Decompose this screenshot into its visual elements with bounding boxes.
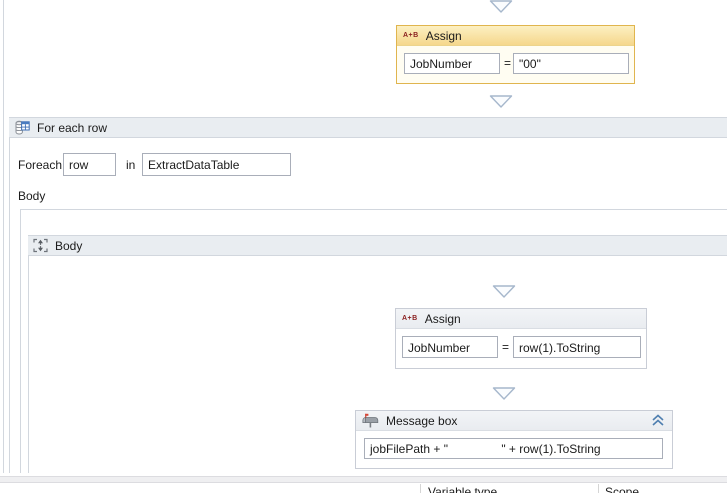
assign-icon: A+B (402, 315, 418, 322)
variables-column-scope: Scope (605, 485, 640, 493)
column-separator (420, 484, 421, 493)
variables-panel: Variable type Scope (0, 473, 727, 493)
connector-chevron-icon (492, 285, 516, 298)
connector-chevron-icon (492, 387, 516, 400)
assign-activity-1[interactable]: A+B Assign JobNumber = "00" (396, 25, 635, 84)
body-sequence-title: Body (55, 238, 83, 253)
assign-1-to-field[interactable]: JobNumber (404, 53, 500, 74)
column-separator (598, 484, 599, 493)
foreach-row-title: For each row (37, 120, 108, 135)
messagebox-activity[interactable]: Message box jobFilePath + " " + row(1).T… (355, 410, 673, 469)
assign-activity-2[interactable]: A+B Assign JobNumber = row(1).ToString (395, 308, 647, 369)
assign-2-equals-label: = (502, 340, 510, 354)
assign-2-to-field[interactable]: JobNumber (402, 336, 498, 358)
connector-chevron-icon (489, 95, 513, 108)
body-sequence-header[interactable]: Body (28, 235, 727, 256)
connector-chevron-icon (489, 0, 513, 13)
foreach-item-input[interactable]: row (63, 153, 116, 176)
foreach-in-label: in (126, 158, 136, 172)
assign-1-equals-label: = (504, 56, 512, 70)
workflow-canvas: A+B Assign JobNumber = "00" For each row… (0, 0, 727, 493)
foreach-row-header[interactable]: For each row (9, 117, 727, 138)
foreach-label: Foreach (18, 158, 63, 172)
assign-1-header: A+B Assign (397, 26, 634, 46)
messagebox-header: Message box (356, 411, 672, 431)
variables-column-variable-type: Variable type (428, 485, 498, 493)
body-sequence-activity[interactable]: Body A+B Assign JobNumber = row(1).ToStr… (28, 235, 727, 486)
panel-splitter[interactable] (0, 476, 727, 483)
assign-2-value-field[interactable]: row(1).ToString (513, 336, 641, 358)
foreach-body-label: Body (18, 189, 46, 203)
foreach-body-dropzone[interactable]: Body A+B Assign JobNumber = row(1).ToStr… (20, 209, 727, 486)
sequence-icon (33, 238, 48, 253)
foreach-row-activity[interactable]: For each row Foreach row in ExtractDataT… (9, 117, 727, 486)
assign-1-title: Assign (425, 28, 462, 43)
outer-sequence-border (3, 0, 4, 477)
assign-1-value-field[interactable]: "00" (513, 53, 629, 74)
assign-icon: A+B (403, 32, 419, 39)
mailbox-icon (362, 413, 379, 428)
assign-2-title: Assign (424, 311, 461, 326)
assign-2-header: A+B Assign (396, 309, 646, 329)
foreach-collection-input[interactable]: ExtractDataTable (142, 153, 291, 176)
messagebox-text-input[interactable]: jobFilePath + " " + row(1).ToString (364, 438, 663, 459)
database-table-icon (15, 120, 30, 135)
messagebox-title: Message box (386, 413, 458, 428)
collapse-double-chevron-icon[interactable] (651, 414, 665, 427)
